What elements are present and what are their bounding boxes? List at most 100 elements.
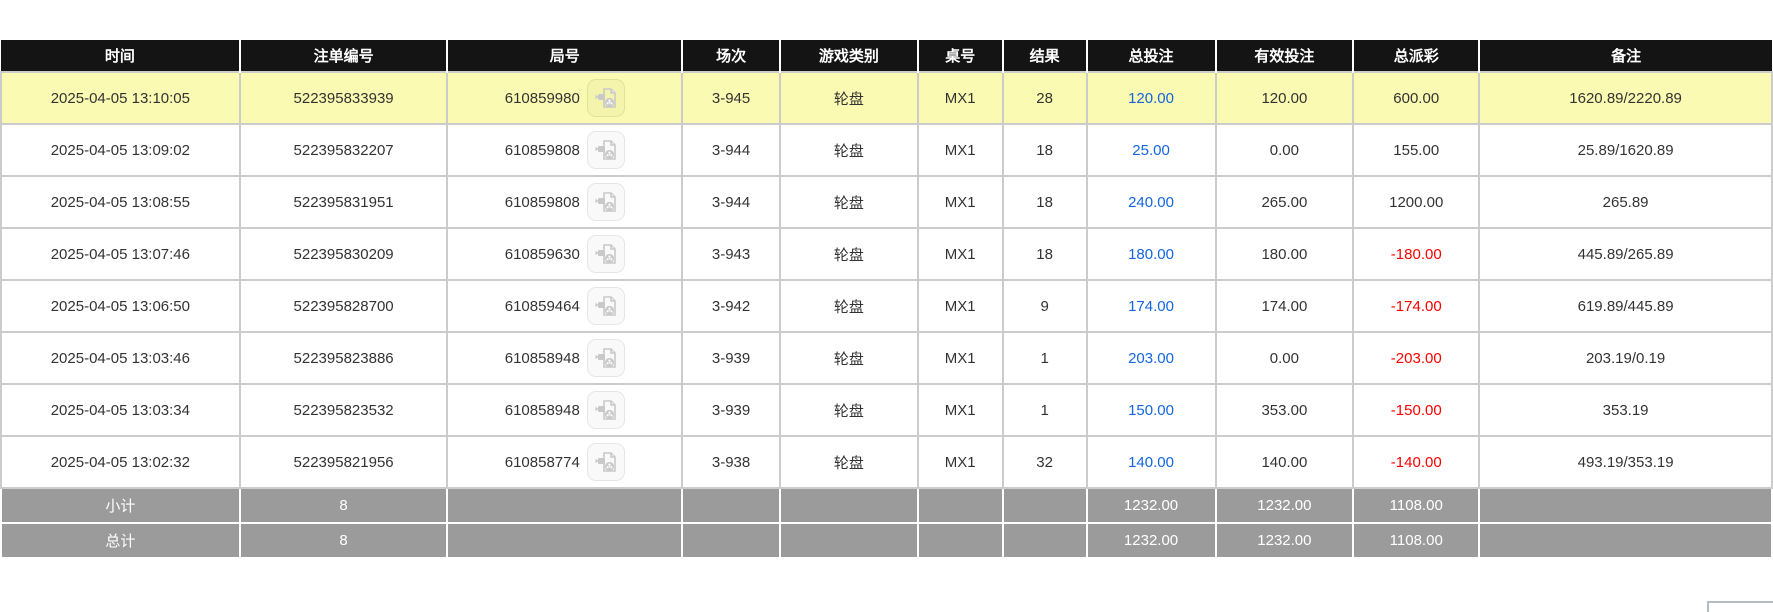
cell-session: 3-943 bbox=[681, 227, 782, 281]
total-bet-link[interactable]: 240.00 bbox=[1128, 194, 1174, 211]
cell-round-id: 610859630 bbox=[446, 227, 684, 281]
cell-valid-bet: 180.00 bbox=[1214, 227, 1355, 281]
cell-total-bet: 140.00 bbox=[1085, 435, 1217, 489]
cell-remark: 1620.89/2220.89 bbox=[1478, 71, 1773, 125]
cell-time: 2025-04-05 13:06:50 bbox=[0, 279, 241, 333]
cell-remark: 619.89/445.89 bbox=[1478, 279, 1773, 333]
cell-total-bet: 25.00 bbox=[1085, 123, 1217, 177]
video-replay-icon bbox=[595, 452, 616, 472]
cell-game-type: 轮盘 bbox=[779, 383, 919, 437]
cell-payout: -140.00 bbox=[1352, 435, 1481, 489]
cell-table-no: MX1 bbox=[916, 227, 1004, 281]
cell-result: 9 bbox=[1001, 279, 1088, 333]
cell-remark: 445.89/265.89 bbox=[1478, 227, 1773, 281]
cell-round-id: 610858948 bbox=[446, 383, 684, 437]
cell-time: 2025-04-05 13:03:46 bbox=[0, 331, 241, 385]
cell-session: 3-942 bbox=[681, 279, 782, 333]
cell-valid-bet: 0.00 bbox=[1214, 123, 1355, 177]
cell-round-id: 610859464 bbox=[446, 279, 684, 333]
cell-result: 18 bbox=[1001, 227, 1088, 281]
bet-records-table: 时间 注单编号 局号 场次 游戏类别 桌号 结果 总投注 有效投注 总派彩 备注… bbox=[0, 40, 1773, 559]
video-replay-button[interactable] bbox=[586, 235, 625, 273]
cell-bet-id: 522395832207 bbox=[238, 123, 449, 177]
video-replay-icon bbox=[595, 244, 616, 264]
round-id-group: 610859464 bbox=[448, 287, 681, 325]
table-header: 时间 注单编号 局号 场次 游戏类别 桌号 结果 总投注 有效投注 总派彩 备注 bbox=[1, 40, 1772, 72]
cell-payout: 155.00 bbox=[1352, 123, 1481, 177]
header-valid-bet: 有效投注 bbox=[1215, 40, 1355, 72]
header-time: 时间 bbox=[1, 40, 241, 72]
cell-round-id: 610859980 bbox=[446, 71, 684, 125]
cell-remark: 493.19/353.19 bbox=[1478, 435, 1773, 489]
video-replay-button[interactable] bbox=[586, 183, 625, 221]
round-id-group: 610859980 bbox=[448, 79, 681, 117]
subtotal-valid-bet: 1232.00 bbox=[1214, 487, 1355, 524]
cell-bet-id: 522395831951 bbox=[238, 175, 449, 229]
cell-game-type: 轮盘 bbox=[779, 279, 919, 333]
total-valid-bet: 1232.00 bbox=[1214, 522, 1355, 559]
cell-total-bet: 240.00 bbox=[1085, 175, 1217, 229]
cell-bet-id: 522395823886 bbox=[238, 331, 449, 385]
video-replay-button[interactable] bbox=[586, 443, 625, 481]
cell-table-no: MX1 bbox=[916, 175, 1004, 229]
cell-round-id: 610859808 bbox=[446, 175, 684, 229]
total-payout: 1108.00 bbox=[1352, 522, 1481, 559]
video-replay-button[interactable] bbox=[586, 339, 625, 377]
record-row: 2025-04-05 13:03:46 522395823886 610858948… bbox=[0, 331, 1773, 385]
cell-result: 28 bbox=[1001, 71, 1088, 125]
round-id-text: 610858774 bbox=[504, 453, 580, 471]
round-id-group: 610858774 bbox=[448, 443, 681, 481]
round-id-text: 610859630 bbox=[504, 245, 580, 263]
header-remark: 备注 bbox=[1479, 40, 1772, 72]
round-id-group: 610859630 bbox=[448, 235, 681, 273]
cell-round-id: 610859808 bbox=[446, 123, 684, 177]
cell-session: 3-938 bbox=[681, 435, 782, 489]
total-bet-link[interactable]: 203.00 bbox=[1128, 350, 1174, 367]
subtotal-label: 小计 bbox=[0, 487, 241, 524]
record-row: 2025-04-05 13:07:46 522395830209 610859630… bbox=[0, 227, 1773, 281]
total-bet-link[interactable]: 120.00 bbox=[1128, 90, 1174, 107]
total-count: 8 bbox=[238, 522, 449, 559]
cell-valid-bet: 265.00 bbox=[1214, 175, 1355, 229]
cell-round-id: 610858948 bbox=[446, 331, 684, 385]
cell-payout: -174.00 bbox=[1352, 279, 1481, 333]
cell-table-no: MX1 bbox=[916, 383, 1004, 437]
cell-game-type: 轮盘 bbox=[779, 175, 919, 229]
pagination-box-partial[interactable] bbox=[1707, 601, 1773, 612]
cell-payout: 1200.00 bbox=[1352, 175, 1481, 229]
cell-game-type: 轮盘 bbox=[779, 227, 919, 281]
header-session: 场次 bbox=[682, 40, 782, 72]
total-bet-link[interactable]: 174.00 bbox=[1128, 298, 1174, 315]
record-row: 2025-04-05 13:03:34 522395823532 610858948… bbox=[0, 383, 1773, 437]
cell-time: 2025-04-05 13:10:05 bbox=[0, 71, 241, 125]
total-row: 总计 8 1232.00 1232.00 1108.00 bbox=[0, 522, 1773, 559]
cell-game-type: 轮盘 bbox=[779, 331, 919, 385]
cell-table-no: MX1 bbox=[916, 279, 1004, 333]
total-bet-link[interactable]: 140.00 bbox=[1128, 454, 1174, 471]
video-replay-icon bbox=[595, 296, 616, 316]
cell-valid-bet: 174.00 bbox=[1214, 279, 1355, 333]
round-id-group: 610858948 bbox=[448, 391, 681, 429]
total-bet-link[interactable]: 25.00 bbox=[1132, 142, 1170, 159]
record-row: 2025-04-05 13:09:02 522395832207 610859808… bbox=[0, 123, 1773, 177]
cell-result: 1 bbox=[1001, 331, 1088, 385]
round-id-group: 610859808 bbox=[448, 183, 681, 221]
cell-valid-bet: 0.00 bbox=[1214, 331, 1355, 385]
total-label: 总计 bbox=[0, 522, 241, 559]
video-replay-button[interactable] bbox=[586, 391, 625, 429]
cell-bet-id: 522395833939 bbox=[238, 71, 449, 125]
header-round-id: 局号 bbox=[447, 40, 684, 72]
cell-total-bet: 120.00 bbox=[1085, 71, 1217, 125]
total-bet-link[interactable]: 180.00 bbox=[1128, 246, 1174, 263]
cell-remark: 203.19/0.19 bbox=[1478, 331, 1773, 385]
cell-session: 3-945 bbox=[681, 71, 782, 125]
video-replay-button[interactable] bbox=[586, 131, 625, 169]
video-replay-icon bbox=[595, 348, 616, 368]
video-replay-button[interactable] bbox=[586, 287, 625, 325]
cell-session: 3-939 bbox=[681, 331, 782, 385]
cell-remark: 353.19 bbox=[1478, 383, 1773, 437]
video-replay-button[interactable] bbox=[586, 79, 625, 117]
total-bet-link[interactable]: 150.00 bbox=[1128, 402, 1174, 419]
cell-time: 2025-04-05 13:08:55 bbox=[0, 175, 241, 229]
cell-table-no: MX1 bbox=[916, 71, 1004, 125]
